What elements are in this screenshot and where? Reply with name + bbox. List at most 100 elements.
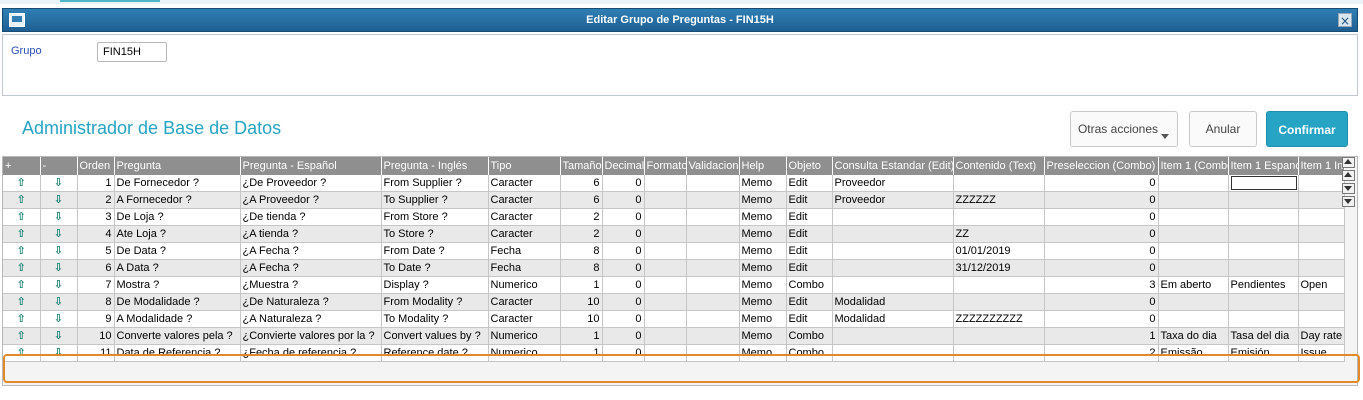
table-cell[interactable]: Memo — [739, 327, 787, 345]
table-cell[interactable]: Combo — [786, 344, 833, 362]
table-cell[interactable] — [644, 175, 687, 192]
table-cell[interactable] — [686, 276, 740, 294]
table-cell[interactable]: 10 — [560, 310, 603, 328]
table-row[interactable]: ⇧ ⇩ 6 A Data ? ¿A Fecha ? To Date ? Fecha 8 0 Mem… — [3, 259, 1345, 277]
table-cell[interactable]: Edit — [786, 225, 833, 243]
table-row[interactable]: ⇧ ⇩ 2 A Fornecedor ? ¿A Proveedor ? To Suppli… — [3, 191, 1345, 209]
move-up-icon[interactable]: ⇧ — [3, 276, 41, 294]
table-cell[interactable]: 1 — [560, 327, 603, 345]
table-cell[interactable]: From Store ? — [381, 208, 489, 226]
table-cell[interactable]: 0 — [602, 344, 645, 362]
table-cell[interactable]: Emissão — [1158, 344, 1229, 362]
table-cell[interactable]: Edit — [786, 259, 833, 277]
column-header[interactable]: Orden — [77, 157, 115, 175]
table-cell[interactable]: 7 — [77, 276, 115, 294]
table-cell[interactable]: 2 — [560, 208, 603, 226]
table-row[interactable]: ⇧ ⇩ 8 De Modalidade ? ¿De Naturaleza ? From M… — [3, 293, 1345, 311]
table-cell[interactable] — [1298, 293, 1345, 311]
table-cell[interactable] — [953, 175, 1045, 192]
table-cell[interactable]: 0 — [602, 208, 645, 226]
move-up-icon[interactable]: ⇧ — [3, 242, 41, 260]
table-cell[interactable] — [686, 225, 740, 243]
table-cell[interactable]: Edit — [786, 293, 833, 311]
column-header[interactable]: Formato — [644, 157, 687, 175]
table-cell[interactable] — [1298, 225, 1345, 243]
table-cell[interactable] — [953, 208, 1045, 226]
table-cell[interactable] — [686, 191, 740, 209]
table-cell[interactable]: Combo — [786, 327, 833, 345]
table-cell[interactable] — [686, 310, 740, 328]
move-up-icon[interactable]: ⇧ — [3, 327, 41, 345]
table-cell[interactable]: De Fornecedor ? — [114, 175, 241, 192]
table-cell[interactable]: Reference date ? — [381, 344, 489, 362]
column-header[interactable]: Item 1 Ingl — [1298, 157, 1345, 175]
table-cell[interactable]: 2 — [560, 225, 603, 243]
table-cell[interactable] — [1228, 208, 1299, 226]
table-cell[interactable]: ¿Convierte valores por la ? — [240, 327, 382, 345]
move-up-icon[interactable]: ⇧ — [3, 175, 41, 192]
table-cell[interactable]: Issue — [1298, 344, 1345, 362]
table-cell[interactable]: Caracter — [488, 191, 561, 209]
move-down-icon[interactable]: ⇩ — [40, 175, 78, 192]
table-cell[interactable] — [953, 293, 1045, 311]
vertical-scrollbar[interactable] — [1342, 157, 1355, 209]
table-cell[interactable] — [686, 259, 740, 277]
move-down-icon[interactable]: ⇩ — [40, 259, 78, 277]
column-header[interactable]: Pregunta - Español — [240, 157, 382, 175]
table-cell[interactable]: To Store ? — [381, 225, 489, 243]
table-cell[interactable] — [1228, 175, 1299, 192]
table-cell[interactable]: Combo — [786, 276, 833, 294]
table-cell[interactable]: 9 — [77, 310, 115, 328]
table-cell[interactable]: 0 — [602, 293, 645, 311]
table-cell[interactable]: 1 — [77, 175, 115, 192]
table-cell[interactable]: 0 — [602, 225, 645, 243]
confirmar-button[interactable]: Confirmar — [1266, 111, 1348, 147]
table-cell[interactable]: 0 — [1044, 310, 1159, 328]
table-row[interactable]: ⇧ ⇩ 4 Ate Loja ? ¿A tienda ? To Store ? Caract… — [3, 225, 1345, 243]
table-cell[interactable]: Memo — [739, 242, 787, 260]
table-row[interactable]: ⇧ ⇩ 7 Mostra ? ¿Muestra ? Display ? Numerico 1 0… — [3, 276, 1345, 294]
table-cell[interactable] — [686, 327, 740, 345]
table-cell[interactable] — [1298, 208, 1345, 226]
table-cell[interactable]: 2 — [1044, 344, 1159, 362]
table-cell[interactable] — [1228, 259, 1299, 277]
anular-button[interactable]: Anular — [1189, 111, 1257, 147]
table-cell[interactable]: Caracter — [488, 175, 561, 192]
table-cell[interactable]: Ate Loja ? — [114, 225, 241, 243]
table-cell[interactable]: 01/01/2019 — [953, 242, 1045, 260]
table-cell[interactable]: To Supplier ? — [381, 191, 489, 209]
table-cell[interactable] — [1298, 259, 1345, 277]
table-cell[interactable] — [1158, 293, 1229, 311]
table-cell[interactable]: ¿A Naturaleza ? — [240, 310, 382, 328]
table-cell[interactable]: Memo — [739, 259, 787, 277]
table-cell[interactable] — [832, 259, 954, 277]
column-header[interactable]: - — [40, 157, 78, 175]
table-cell[interactable]: ¿A Fecha ? — [240, 259, 382, 277]
table-cell[interactable]: 0 — [602, 191, 645, 209]
table-cell[interactable] — [1158, 242, 1229, 260]
table-cell[interactable] — [1158, 310, 1229, 328]
table-cell[interactable]: Memo — [739, 225, 787, 243]
table-cell[interactable]: To Date ? — [381, 259, 489, 277]
table-cell[interactable]: 5 — [77, 242, 115, 260]
table-cell[interactable] — [1228, 225, 1299, 243]
table-cell[interactable]: 3 — [1044, 276, 1159, 294]
table-cell[interactable]: 0 — [602, 276, 645, 294]
table-cell[interactable] — [644, 293, 687, 311]
table-cell[interactable]: Caracter — [488, 310, 561, 328]
table-cell[interactable] — [1158, 225, 1229, 243]
table-cell[interactable]: To Modality ? — [381, 310, 489, 328]
table-cell[interactable]: ZZZZZZ — [953, 191, 1045, 209]
table-row[interactable]: ⇧ ⇩ 1 De Fornecedor ? ¿De Proveedor ? From Su… — [3, 175, 1345, 192]
table-cell[interactable]: 6 — [77, 259, 115, 277]
table-cell[interactable]: 2 — [77, 191, 115, 209]
column-header[interactable]: Objeto — [786, 157, 833, 175]
table-cell[interactable] — [953, 344, 1045, 362]
column-header[interactable]: Help — [739, 157, 787, 175]
move-up-icon[interactable]: ⇧ — [3, 225, 41, 243]
table-cell[interactable]: 0 — [1044, 242, 1159, 260]
table-cell[interactable] — [953, 276, 1045, 294]
table-row[interactable]: ⇧ ⇩ 3 De Loja ? ¿De tienda ? From Store ? Cara… — [3, 208, 1345, 226]
table-cell[interactable]: Memo — [739, 293, 787, 311]
table-cell[interactable]: ¿A Fecha ? — [240, 242, 382, 260]
